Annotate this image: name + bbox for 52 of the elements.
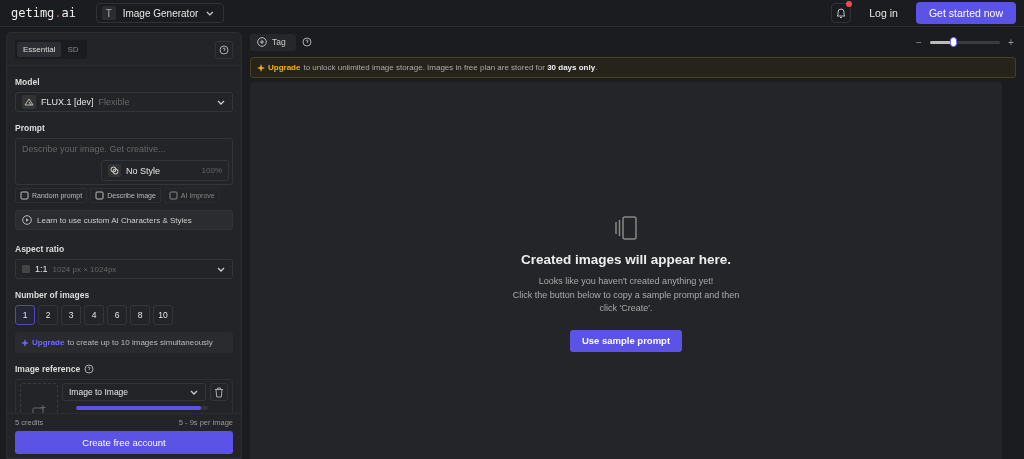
- action-icon: [20, 191, 29, 200]
- notification-button[interactable]: [831, 3, 852, 23]
- square-icon: [22, 265, 30, 273]
- tool-selector[interactable]: T Image Generator: [96, 3, 225, 23]
- zoom-out-button[interactable]: −: [914, 36, 924, 48]
- logo[interactable]: getimg.ai: [11, 6, 77, 20]
- image-count-option[interactable]: 10: [153, 305, 173, 325]
- help-icon: [301, 37, 312, 47]
- action-icon: [168, 191, 178, 200]
- empty-state-text: Looks like you haven't created anything yet! Click the button below to copy a sample prompt and then click 'Create'.: [511, 275, 741, 315]
- image-count-option[interactable]: 6: [107, 305, 127, 325]
- image-count-option[interactable]: 1: [15, 305, 35, 325]
- reference-mode-dropdown[interactable]: Image to Image: [62, 383, 206, 401]
- image-count-option[interactable]: 8: [130, 305, 150, 325]
- field-label: Model: [15, 77, 41, 87]
- image-count-option[interactable]: 2: [38, 305, 58, 325]
- field-label: Image reference: [15, 364, 81, 374]
- help-button[interactable]: [215, 40, 233, 59]
- zoom-slider[interactable]: [930, 40, 1000, 44]
- empty-state-title: Created images will appear here.: [520, 252, 732, 267]
- style-icon: [108, 164, 121, 177]
- login-button[interactable]: Log in: [859, 7, 908, 19]
- sparkle-icon: [21, 338, 29, 347]
- help-icon: [84, 364, 95, 374]
- banner-text: to unlock unlimited image storage. Images in free plan are stored for 30 days only.: [303, 63, 598, 72]
- mode-tab[interactable]: Essential: [17, 42, 62, 57]
- delete-button[interactable]: [210, 383, 228, 401]
- tag-button[interactable]: Tag: [250, 33, 296, 51]
- action-icon: [95, 191, 105, 200]
- help-icon: [219, 44, 229, 55]
- field-label: Number of images: [15, 290, 91, 300]
- images-icon: [615, 216, 637, 240]
- create-account-button[interactable]: Create free account: [15, 431, 233, 454]
- sparkle-icon: [257, 63, 265, 72]
- strength-slider[interactable]: [76, 406, 208, 410]
- plus-icon: [257, 37, 267, 47]
- trash-icon: [214, 386, 224, 398]
- bell-icon: [835, 7, 848, 19]
- mode-tab[interactable]: SD: [61, 42, 85, 57]
- upgrade-link[interactable]: Upgrade: [268, 63, 301, 72]
- image-count-option[interactable]: 3: [61, 305, 81, 325]
- learn-link[interactable]: Learn to use custom AI Characters & Styles: [15, 210, 233, 230]
- image-count-option[interactable]: 4: [84, 305, 104, 325]
- model-icon: [22, 95, 36, 109]
- sample-prompt-button[interactable]: Use sample prompt: [569, 329, 683, 352]
- field-label: Prompt: [15, 123, 46, 133]
- play-icon: [22, 215, 32, 225]
- upgrade-text: to create up to 10 images simultaneously: [67, 338, 213, 347]
- zoom-in-button[interactable]: +: [1006, 36, 1016, 48]
- field-label: Aspect ratio: [15, 244, 66, 254]
- model-dropdown[interactable]: FLUX.1 [dev] Flexible: [15, 92, 233, 112]
- get-started-button[interactable]: Get started now: [915, 2, 1016, 24]
